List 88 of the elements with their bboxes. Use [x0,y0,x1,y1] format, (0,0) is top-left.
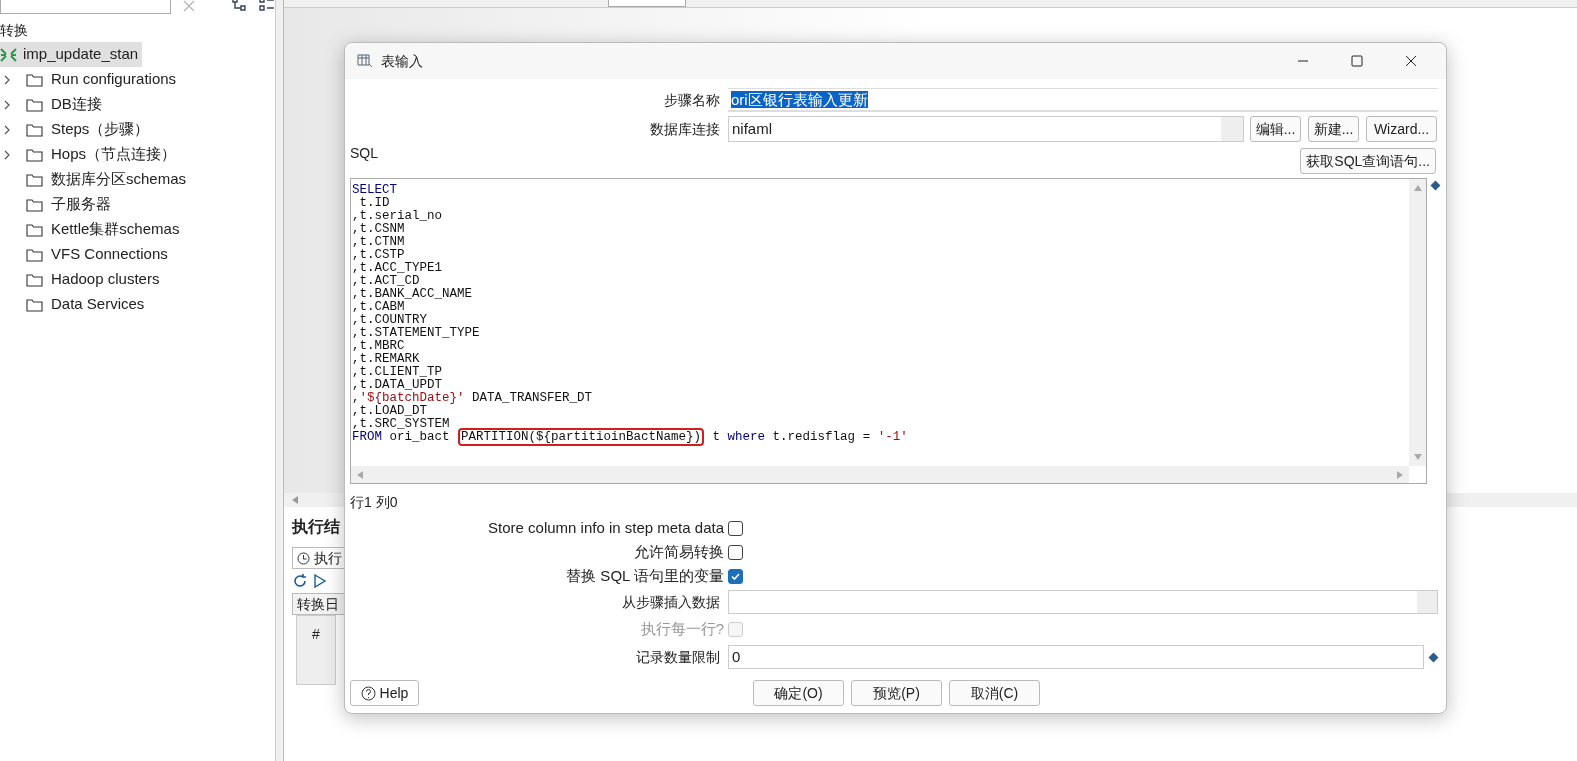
field-label: 从步骤插入数据 [621,592,721,612]
tree-item[interactable]: imp_update_stan [0,42,143,67]
chevron-right-icon[interactable] [4,124,11,135]
checkbox-label: 允许简易转换 [633,541,725,562]
folder-icon [26,272,43,287]
chevron-right-icon[interactable] [4,99,11,110]
folder-icon [26,197,43,212]
code-line: ,t.CTNM [352,236,406,249]
tree-item[interactable]: 子服务器 [26,193,111,216]
code-line: t.ID [358,197,391,210]
cursor-position: 行1 列0 [350,493,399,512]
connection-button[interactable]: 新建... [1308,116,1359,142]
folder-icon [26,97,43,112]
tree-item[interactable]: Hops（节点连接） [26,143,177,166]
checkbox-label: 执行每一行? [639,618,725,639]
code-line: ,t.ACC_TYPE1 [352,262,443,275]
tree-item[interactable]: Steps（步骤） [26,118,150,141]
dialog-button[interactable]: 确定(O) [753,680,844,706]
tree-item[interactable]: Kettle集群schemas [26,218,180,241]
window-title: 表输入 [381,51,423,71]
code-line: ,t.SRC_SYSTEM [352,418,451,431]
selected-text: ori区银行表输入更新 [731,91,868,108]
code-line: FROM ori_bact PARTITION(${partitioinBactName}) t where t.redisflag = '-1' [352,431,909,444]
transformation-icon [0,47,17,62]
folder-icon [26,72,43,87]
chevron-right-icon[interactable] [4,74,11,85]
code-line: ,t.serial_no [352,210,443,223]
panel-title: 执行结 [292,517,340,537]
column-header: # [312,625,320,644]
code-line: ,t.LOAD_DT [352,405,428,418]
folder-icon [26,247,43,262]
get-sql-button[interactable]: 获取SQL查询语句... [1300,148,1436,174]
code-line: ,t.COUNTRY [352,314,428,327]
connection-button[interactable]: Wizard... [1366,116,1437,142]
code-line: ,t.MBRC [352,340,406,353]
clock-icon [297,551,310,565]
maximize-icon[interactable] [1351,55,1363,67]
help-button[interactable]: Help [350,680,419,706]
tree-section-title: 转换 [0,21,29,40]
folder-icon [26,172,43,187]
checkbox-label: 替换 SQL 语句里的变量 [565,565,725,586]
variable-icon [1430,180,1441,191]
tree-item[interactable]: VFS Connections [26,243,168,266]
table-icon [357,53,373,69]
folder-icon [26,297,43,312]
tree-item[interactable]: DB连接 [26,93,102,116]
code-line: SELECT [352,184,398,197]
code-line: ,t.CABM [352,301,406,314]
field-label: 记录数量限制 [635,647,721,667]
limit-field[interactable]: 0 [728,645,1424,669]
code-line: ,t.STATEMENT_TYPE [352,327,481,340]
folder-icon [26,147,43,162]
close-icon[interactable] [1405,55,1417,67]
refresh-icon[interactable] [292,573,308,589]
checkbox[interactable] [728,568,743,584]
tree-item[interactable]: Hadoop clusters [26,268,160,291]
code-line: ,t.CLIENT_TP [352,366,443,379]
dialog-button[interactable]: 预览(P) [851,680,942,706]
step-name-field[interactable]: ori区银行表输入更新 [728,88,1438,112]
code-line: ,t.CSNM [352,223,406,236]
connection-button[interactable]: 编辑... [1250,116,1301,142]
folder-icon [26,122,43,137]
code-line: ,t.ACT_CD [352,275,421,288]
sql-label: SQL [350,144,378,163]
list-icon[interactable] [259,0,275,11]
checkbox-label: Store column info in step meta data [487,517,725,538]
tree-item[interactable]: Run configurations [26,68,177,91]
checkbox[interactable] [728,544,743,560]
dialog-button[interactable]: 取消(C) [949,680,1040,706]
zoom-field[interactable] [608,0,686,7]
play-icon[interactable] [312,573,328,589]
field-label: 数据库连接 [649,119,721,139]
tree-item[interactable]: 数据库分区schemas [26,168,187,191]
hierarchy-icon[interactable] [231,0,248,11]
chevron-right-icon[interactable] [4,149,11,160]
tree-item[interactable]: Data Services [26,293,145,316]
code-line: ,'${batchDate}' DATA_TRANSFER_DT [352,392,594,405]
connection-dropdown[interactable]: nifaml [728,116,1244,142]
variable-icon [1428,651,1439,663]
field-label: 步骤名称 [663,90,721,110]
code-line: ,t.DATA_UPDT [352,379,443,392]
code-line: ,t.REMARK [352,353,421,366]
checkbox[interactable] [728,520,743,536]
code-line: ,t.BANK_ACC_NAME [352,288,474,301]
code-line: ,t.CSTP [352,249,406,262]
help-icon [360,685,376,701]
folder-icon [26,222,43,237]
search-field[interactable] [0,0,172,14]
